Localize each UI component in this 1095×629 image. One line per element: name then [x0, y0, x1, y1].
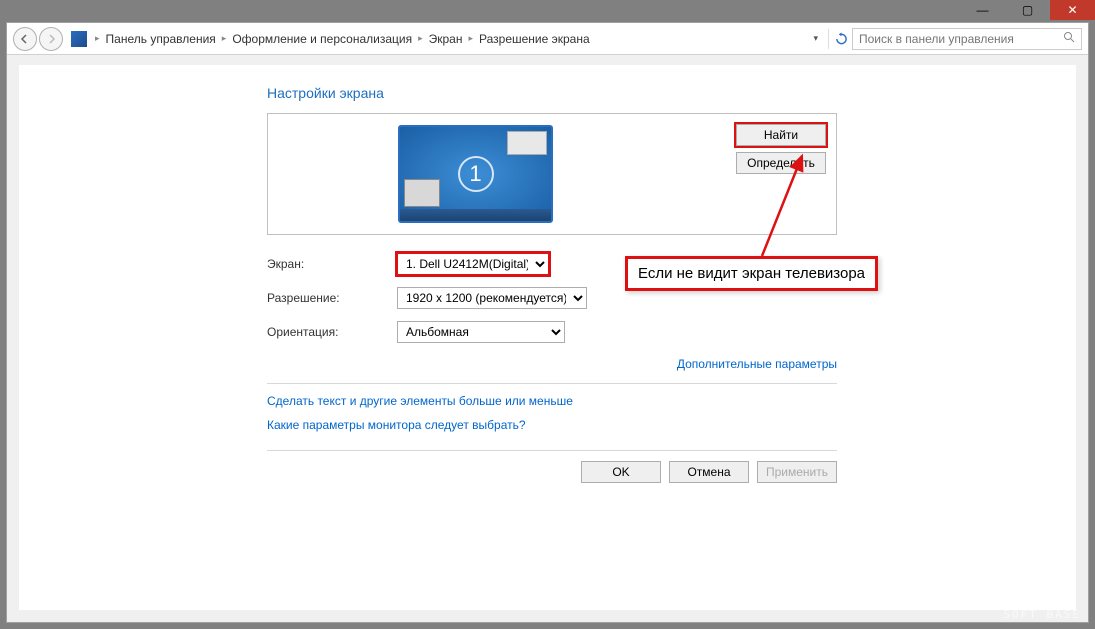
screen-label: Экран:	[267, 257, 397, 271]
cancel-button[interactable]: Отмена	[669, 461, 749, 483]
find-button[interactable]: Найти	[736, 124, 826, 146]
breadcrumb-item[interactable]: Панель управления	[106, 32, 216, 46]
watermark: SOFT BASE	[1003, 608, 1081, 621]
display-preview-box: 1 Найти Определить	[267, 113, 837, 235]
search-icon[interactable]	[1063, 31, 1075, 46]
page-title: Настройки экрана	[267, 85, 837, 101]
minimize-button[interactable]: —	[960, 0, 1005, 20]
window: ▸ Панель управления ▸ Оформление и персо…	[6, 22, 1089, 623]
navigation-bar: ▸ Панель управления ▸ Оформление и персо…	[7, 23, 1088, 55]
content-area: Настройки экрана 1 Найти Определить	[19, 65, 1076, 610]
monitor-number: 1	[458, 156, 494, 192]
refresh-button[interactable]	[828, 29, 848, 49]
orientation-select[interactable]: Альбомная	[397, 321, 565, 343]
which-settings-link[interactable]: Какие параметры монитора следует выбрать…	[267, 418, 837, 432]
advanced-settings-link[interactable]: Дополнительные параметры	[677, 357, 837, 371]
monitor-preview[interactable]: 1	[398, 125, 553, 223]
orientation-label: Ориентация:	[267, 325, 397, 339]
ok-button[interactable]: OK	[581, 461, 661, 483]
address-dropdown-icon[interactable]: ▾	[807, 33, 824, 44]
chevron-right-icon: ▸	[95, 33, 100, 44]
preview-taskbar	[400, 209, 551, 221]
title-bar: — ▢ ✕	[0, 0, 1095, 20]
close-button[interactable]: ✕	[1050, 0, 1095, 20]
breadcrumb-item[interactable]: Разрешение экрана	[479, 32, 590, 46]
preview-window-icon	[404, 179, 440, 207]
breadcrumb-item[interactable]: Экран	[429, 32, 463, 46]
forward-button[interactable]	[39, 27, 63, 51]
breadcrumb-item[interactable]: Оформление и персонализация	[232, 32, 412, 46]
screen-select[interactable]: 1. Dell U2412M(Digital)	[397, 253, 549, 275]
apply-button: Применить	[757, 461, 837, 483]
chevron-right-icon: ▸	[222, 33, 227, 44]
search-box[interactable]	[852, 28, 1082, 50]
annotation-callout: Если не видит экран телевизора	[625, 256, 878, 291]
resolution-label: Разрешение:	[267, 291, 397, 305]
resolution-select[interactable]: 1920 x 1200 (рекомендуется)	[397, 287, 587, 309]
dialog-buttons: OK Отмена Применить	[267, 450, 837, 483]
preview-window-icon	[507, 131, 547, 155]
breadcrumb: ▸ Панель управления ▸ Оформление и персо…	[95, 32, 803, 46]
search-input[interactable]	[859, 32, 1063, 46]
chevron-right-icon: ▸	[418, 33, 423, 44]
detect-button[interactable]: Определить	[736, 152, 826, 174]
back-button[interactable]	[13, 27, 37, 51]
control-panel-icon	[71, 31, 87, 47]
text-size-link[interactable]: Сделать текст и другие элементы больше и…	[267, 394, 837, 408]
maximize-button[interactable]: ▢	[1005, 0, 1050, 20]
chevron-right-icon: ▸	[468, 33, 473, 44]
divider	[267, 383, 837, 384]
